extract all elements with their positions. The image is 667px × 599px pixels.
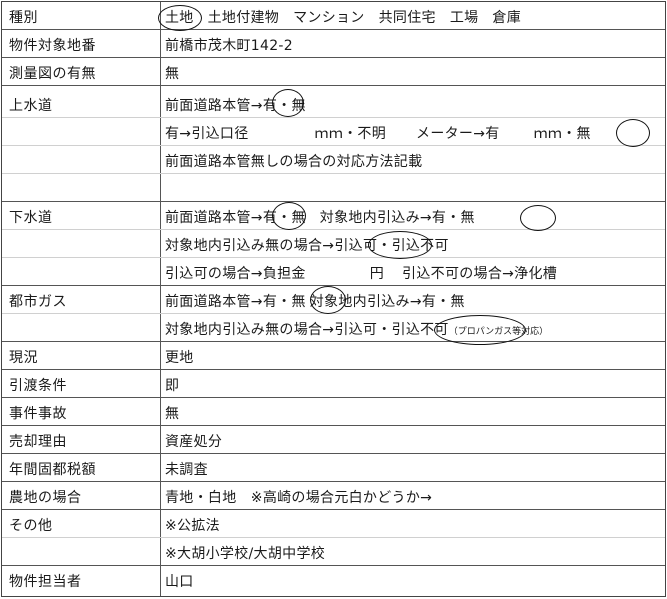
row-sewer-3: 引込可の場合→負担金円引込不可の場合→浄化槽 — [2, 258, 665, 286]
gas-note: （プロパンガス等対応） — [448, 327, 549, 337]
gas-no: 無 — [291, 294, 306, 310]
water-line1: 前面道路本管→有・無 — [165, 98, 306, 114]
handover-label: 引渡条件 — [9, 378, 67, 394]
water-line2: 有→引込口径 ｍｍ・不明 メーター→有 ｍｍ・無 — [165, 126, 591, 142]
row-farmland: 農地の場合 青地・白地 ※高崎の場合元白かどうか→ — [2, 482, 665, 510]
property-info-sheet: 種別 土地 土地付建物 マンション 共同住宅 工場 倉庫 物件対象地番 前橋市茂木町142… — [1, 1, 666, 597]
row-address: 物件対象地番 前橋市茂木町142-2 — [2, 30, 665, 58]
reason-label: 売却理由 — [9, 434, 67, 450]
gas-line2: 対象地内引込み無の場合→引込可・引込不可（プロパンガス等対応） — [165, 322, 549, 338]
kind-options: 土地 土地付建物 マンション 共同住宅 工場 倉庫 — [165, 7, 521, 27]
staff-label: 物件担当者 — [9, 574, 82, 590]
survey-value: 無 — [165, 66, 180, 82]
kind-option-land: 土地 — [165, 10, 194, 26]
kind-option-mansion: マンション — [293, 10, 365, 26]
staff-value: 山口 — [165, 574, 194, 590]
kind-option-warehouse: 倉庫 — [492, 10, 522, 26]
sewer-line2: 対象地内引込み無の場合→引込可・引込不可 — [165, 238, 449, 254]
gas-line1: 前面道路本管→有・無 対象地内引込み→有・無 — [165, 294, 465, 310]
row-kind: 種別 土地 土地付建物 マンション 共同住宅 工場 倉庫 — [2, 2, 665, 30]
row-other-1: その他 ※公拡法 — [2, 510, 665, 538]
kind-option-factory: 工場 — [449, 10, 479, 26]
address-value: 前橋市茂木町142-2 — [165, 38, 293, 54]
row-status: 現況 更地 — [2, 342, 665, 370]
row-gas-2: 対象地内引込み無の場合→引込可・引込不可（プロパンガス等対応） — [2, 314, 665, 342]
other-line1: ※公拡法 — [165, 518, 220, 534]
sewer-line3: 引込可の場合→負担金円引込不可の場合→浄化槽 — [165, 266, 558, 282]
reason-value: 資産処分 — [165, 434, 223, 450]
tax-label: 年間固都税額 — [9, 462, 96, 478]
water-yes: 有 — [262, 98, 278, 114]
sewer-line1: 前面道路本管→有・無 対象地内引込み→有・無 — [165, 210, 475, 226]
row-incident: 事件事故 無 — [2, 398, 665, 426]
gas-label: 都市ガス — [9, 294, 67, 310]
row-tax: 年間固都税額 未調査 — [2, 454, 665, 482]
water-label: 上水道 — [9, 98, 53, 114]
incident-label: 事件事故 — [9, 406, 67, 422]
row-handover: 引渡条件 即 — [2, 370, 665, 398]
water-line3: 前面道路本管無しの場合の対応方法記載 — [165, 154, 423, 170]
row-water-empty — [2, 174, 665, 202]
gas-ng: 引込不可 — [391, 322, 449, 338]
farmland-value: 青地・白地 ※高崎の場合元白かどうか→ — [165, 490, 433, 506]
row-other-2: ※大胡小学校/大胡中学校 — [2, 538, 665, 566]
farmland-label: 農地の場合 — [9, 490, 82, 506]
kind-option-apartment: 共同住宅 — [378, 10, 436, 26]
kind-option-land-building: 土地付建物 — [207, 10, 280, 26]
other-label: その他 — [9, 518, 53, 534]
row-staff: 物件担当者 山口 — [2, 566, 665, 594]
tax-value: 未調査 — [165, 462, 208, 478]
row-gas-1: 都市ガス 前面道路本管→有・無 対象地内引込み→有・無 — [2, 286, 665, 314]
handover-value: 即 — [165, 378, 180, 394]
status-label: 現況 — [9, 350, 38, 366]
sewer-ok: 引込可 — [334, 238, 378, 254]
row-reason: 売却理由 資産処分 — [2, 426, 665, 454]
survey-label: 測量図の有無 — [9, 66, 96, 82]
incident-value: 無 — [165, 406, 180, 422]
row-sewer-2: 対象地内引込み無の場合→引込可・引込不可 — [2, 230, 665, 258]
water-meter-no: 無 — [576, 126, 591, 142]
sewer-intake-no: 無 — [460, 210, 475, 226]
row-water-3: 前面道路本管無しの場合の対応方法記載 — [2, 146, 665, 174]
address-label: 物件対象地番 — [9, 38, 96, 54]
status-value: 更地 — [165, 350, 194, 366]
row-sewer-1: 下水道 前面道路本管→有・無 対象地内引込み→有・無 — [2, 202, 665, 230]
sewer-label: 下水道 — [9, 210, 53, 226]
other-line2: ※大胡小学校/大胡中学校 — [165, 546, 326, 562]
sewer-yes: 有 — [262, 210, 278, 226]
row-water-2: 有→引込口径 ｍｍ・不明 メーター→有 ｍｍ・無 — [2, 118, 665, 146]
kind-label: 種別 — [9, 10, 38, 26]
row-water-1: 上水道 前面道路本管→有・無 — [2, 90, 665, 118]
row-survey: 測量図の有無 無 — [2, 58, 665, 86]
